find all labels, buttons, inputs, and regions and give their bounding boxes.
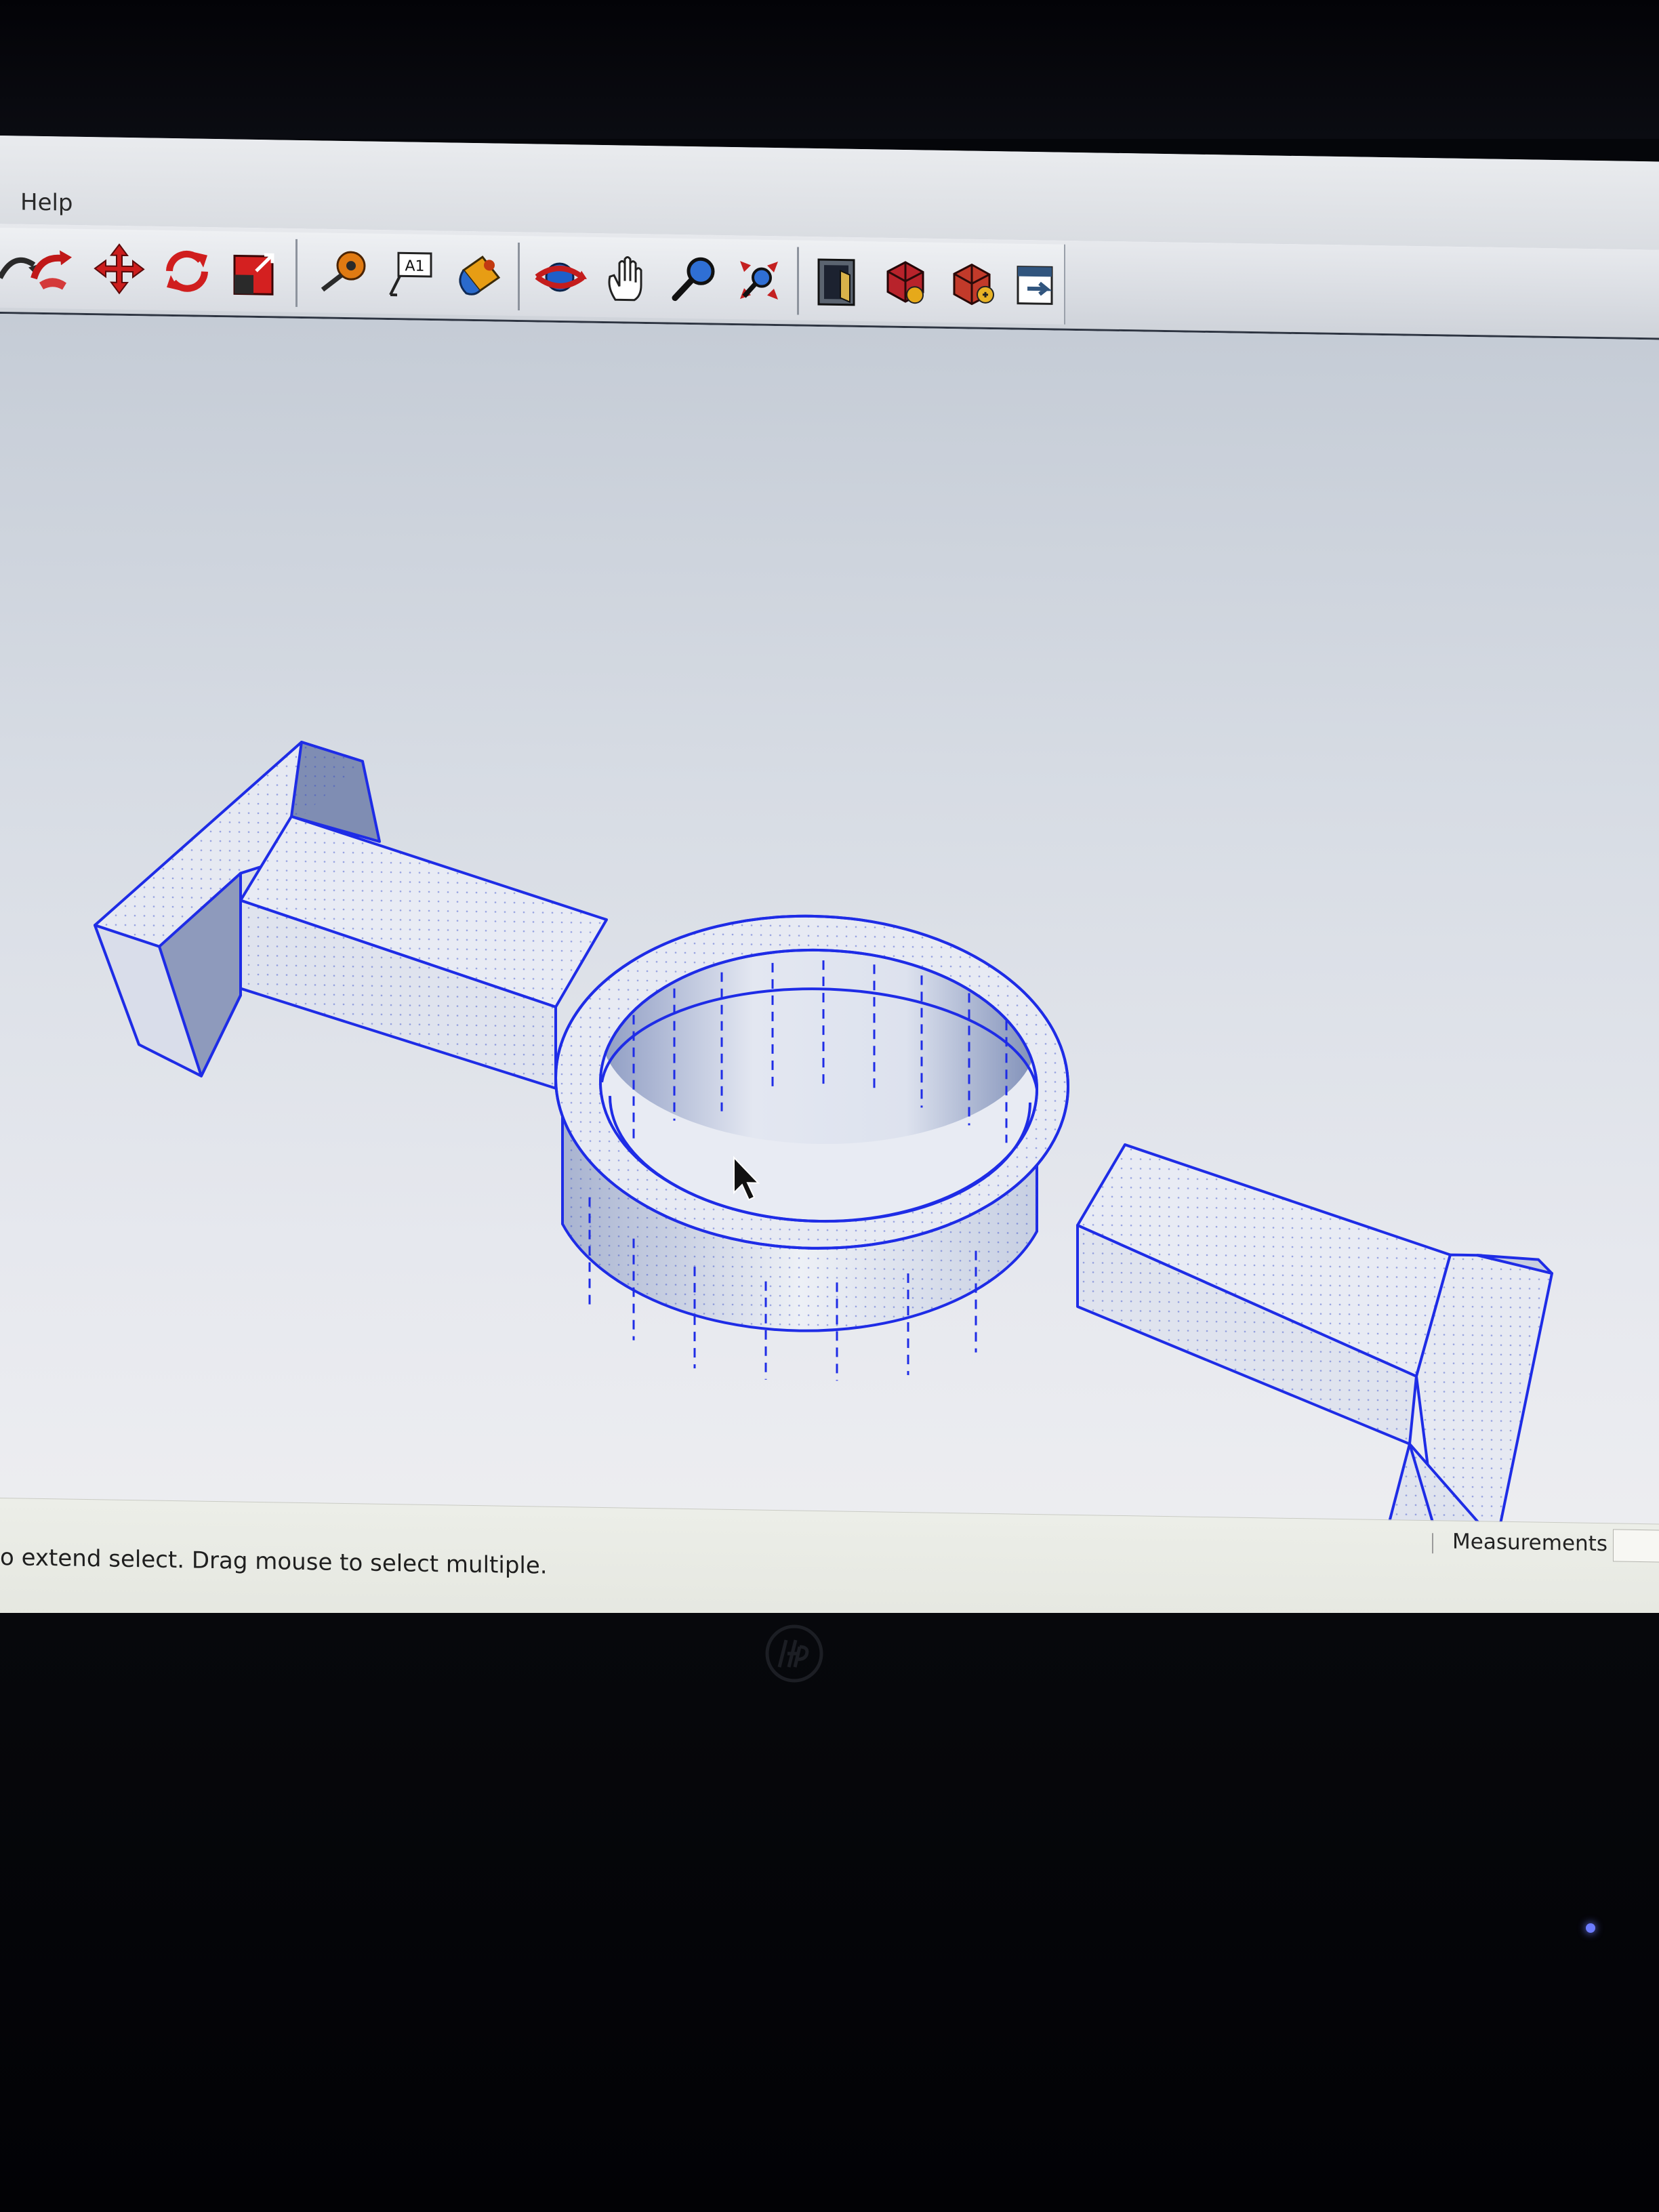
text-icon: A1 bbox=[389, 251, 432, 297]
measurements-label: Measurements bbox=[1452, 1529, 1607, 1557]
zoom-button[interactable] bbox=[664, 247, 726, 310]
left-t-bar[interactable] bbox=[94, 739, 608, 1090]
status-hint-text: o extend select. Drag mouse to select mu… bbox=[0, 1544, 548, 1580]
extension-warehouse-icon bbox=[1017, 266, 1053, 305]
zoom-extents-icon bbox=[740, 261, 778, 300]
text-tool-glyph: A1 bbox=[405, 258, 424, 274]
ring-collar[interactable] bbox=[554, 912, 1069, 1385]
push-pull-button[interactable] bbox=[20, 237, 83, 300]
model-viewport[interactable] bbox=[0, 314, 1659, 1653]
share-model-button[interactable] bbox=[874, 251, 937, 314]
share-component-button[interactable] bbox=[942, 252, 1004, 315]
tape-measure-button[interactable] bbox=[312, 242, 374, 305]
power-led bbox=[1586, 1923, 1595, 1933]
pan-button[interactable] bbox=[596, 247, 659, 310]
push-pull-icon bbox=[30, 250, 72, 290]
pan-icon bbox=[608, 256, 642, 302]
toolbar-separator bbox=[518, 243, 520, 311]
scale-icon bbox=[233, 253, 274, 295]
tape-measure-icon bbox=[321, 251, 366, 292]
share-component-icon bbox=[953, 263, 994, 306]
orbit-button[interactable] bbox=[529, 245, 591, 308]
3d-model-drawing[interactable] bbox=[0, 314, 1659, 1653]
scale-button[interactable] bbox=[224, 241, 286, 304]
menu-help[interactable]: Help bbox=[20, 188, 73, 216]
paint-bucket-icon bbox=[459, 255, 501, 295]
move-button[interactable] bbox=[88, 239, 150, 302]
rotate-button[interactable] bbox=[156, 240, 218, 303]
get-models-button[interactable] bbox=[806, 250, 869, 313]
sketchup-window: Help A1 Measurements o extend select. Dr… bbox=[0, 136, 1659, 1653]
status-separator bbox=[1432, 1533, 1433, 1554]
rotate-icon bbox=[166, 251, 208, 292]
share-model-icon bbox=[886, 261, 924, 304]
toolbar-panel: A1 bbox=[0, 228, 1065, 325]
measurements-input[interactable] bbox=[1613, 1529, 1659, 1563]
toolbar-separator bbox=[295, 239, 298, 307]
paint-bucket-button[interactable] bbox=[447, 244, 510, 307]
monitor-bezel-top bbox=[0, 0, 1659, 139]
text-button[interactable]: A1 bbox=[380, 243, 442, 306]
zoom-extents-button[interactable] bbox=[728, 249, 790, 312]
toolbar-separator bbox=[797, 247, 799, 315]
zoom-icon bbox=[672, 257, 715, 302]
monitor-bezel-bottom bbox=[0, 1613, 1659, 2212]
move-icon bbox=[94, 243, 145, 295]
extension-warehouse-button[interactable] bbox=[1003, 253, 1065, 316]
orbit-icon bbox=[535, 262, 587, 292]
get-models-icon bbox=[817, 258, 855, 306]
hp-logo-icon bbox=[765, 1624, 823, 1683]
